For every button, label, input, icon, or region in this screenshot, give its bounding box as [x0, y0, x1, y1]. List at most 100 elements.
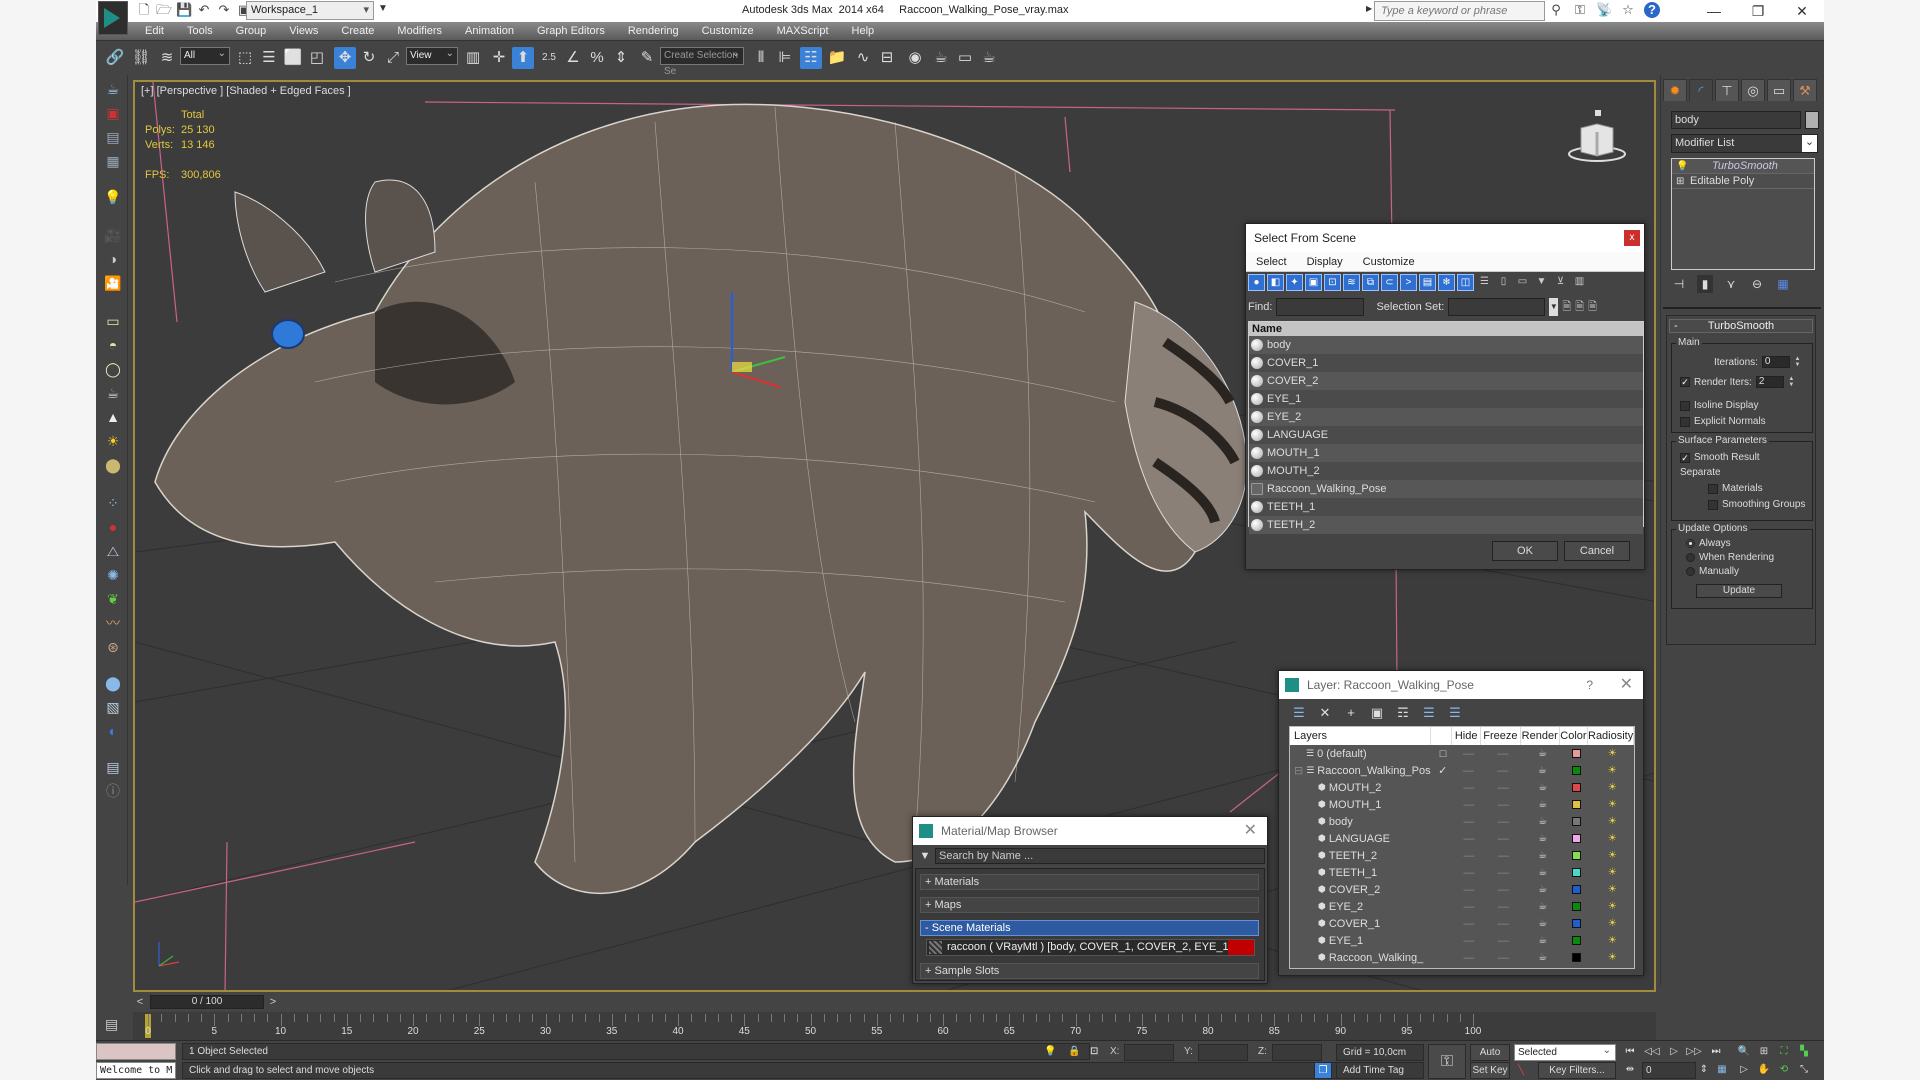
selection-set-arrow-icon[interactable]: ▼ [1549, 298, 1559, 316]
selection-lock-icon[interactable]: 🔒 [1068, 1043, 1080, 1060]
particle-icon[interactable]: ⁘ [103, 493, 123, 513]
help-icon[interactable]: ? [1644, 2, 1660, 18]
pivot-center-icon[interactable]: ▥ [462, 47, 484, 69]
spot-light-icon[interactable]: ▲ [103, 407, 123, 427]
maximize-button[interactable]: ❐ [1736, 0, 1780, 22]
close-icon[interactable]: x [1624, 230, 1640, 246]
frame-spinner-arrows[interactable]: ⇕ [1696, 1062, 1712, 1078]
previous-frame-icon[interactable]: ◁◁ [1644, 1044, 1660, 1060]
update-button[interactable]: Update [1696, 584, 1782, 598]
ok-button[interactable]: OK [1492, 541, 1558, 561]
invert-display-icon[interactable]: ▭ [1514, 274, 1531, 291]
color-swatch[interactable] [1572, 749, 1582, 758]
menu-customize[interactable]: Customize [702, 22, 754, 40]
color-swatch[interactable] [1572, 902, 1582, 911]
list-item[interactable]: MOUTH_2 [1249, 462, 1643, 480]
fur-icon[interactable]: ✺ [103, 565, 123, 585]
collapse-icon[interactable]: ⊟ [1294, 764, 1303, 777]
search-expand-icon[interactable]: ▶ [1366, 4, 1372, 13]
spinner-snap-icon[interactable]: ⇕ [610, 47, 632, 69]
groups-filter-icon[interactable]: ⧉ [1362, 274, 1379, 291]
track-bar[interactable]: ▤ 0 5 10 15 20 25 30 35 40 45 50 55 60 65 70 75 80 85 90 95… [105, 1012, 1656, 1040]
freeze-toggle[interactable]: — [1484, 952, 1524, 964]
render-iters-checkbox[interactable]: ✓ [1680, 377, 1690, 387]
remove-modifier-icon[interactable]: ⊖ [1749, 275, 1765, 293]
key-icon[interactable]: ⚿ [1572, 2, 1588, 18]
table-row[interactable]: ⬢ LANGUAGE — — ☕ ☀ [1290, 830, 1634, 847]
layer-explorer-icon[interactable]: ☷ [800, 47, 822, 69]
sphere-light-icon[interactable]: ⬤ [103, 455, 123, 475]
columns-icon[interactable]: ▥ [1571, 274, 1588, 291]
render-teapot-icon[interactable]: ☕ [1523, 799, 1563, 810]
freeze-toggle[interactable]: — [1484, 833, 1524, 845]
next-frame-icon[interactable]: ▷▷ [1686, 1044, 1702, 1060]
select-invert-icon[interactable]: 🗎 [1588, 298, 1597, 317]
time-slider-thumb[interactable]: 0 / 100 [150, 995, 264, 1009]
select-none-icon[interactable]: 🗎 [1575, 298, 1584, 317]
star-icon[interactable]: ☆ [1620, 2, 1636, 18]
menu-create[interactable]: Create [341, 22, 374, 40]
display-none-icon[interactable]: ▯ [1495, 274, 1512, 291]
freeze-toggle[interactable]: — [1484, 935, 1524, 947]
open-file-icon[interactable]: 🗁 [156, 2, 172, 18]
list-item[interactable]: TEETH_2 [1249, 516, 1643, 534]
key-mode-dropdown[interactable]: Selected [1514, 1043, 1616, 1061]
maximize-viewport-icon[interactable]: ⤡ [1796, 1062, 1812, 1078]
current-frame-spinner[interactable]: 0 [1642, 1062, 1696, 1079]
display-tab-icon[interactable]: ▭ [1767, 79, 1791, 101]
utilities-tab-icon[interactable]: ⚒ [1793, 79, 1817, 101]
radiosity-icon[interactable]: ☀ [1591, 952, 1634, 963]
radiosity-icon[interactable]: ☀ [1591, 850, 1634, 861]
go-to-start-icon[interactable]: ⏮ [1622, 1044, 1638, 1060]
list-item[interactable]: COVER_2 [1249, 372, 1643, 390]
iterations-spinner[interactable]: 0 [1761, 356, 1790, 368]
workspace-dropdown[interactable]: Workspace_1 [246, 1, 374, 20]
select-by-name-icon[interactable]: ☰ [258, 47, 280, 69]
table-row[interactable]: ⬢ body — — ☕ ☀ [1290, 813, 1634, 830]
table-row[interactable]: ⊟ ☰ Raccoon_Walking_Pos ✓ — — ☕ ☀ [1290, 762, 1634, 779]
add-to-layer-icon[interactable]: + [1343, 705, 1359, 721]
hide-all-layers-icon[interactable]: ☰ [1421, 705, 1437, 721]
helpers-filter-icon[interactable]: ⊡ [1324, 274, 1341, 291]
edit-named-selection-icon[interactable]: ✎ [636, 47, 658, 69]
render-frame-icon[interactable]: ▣ [103, 103, 123, 123]
separate-smoothing-groups-checkbox[interactable] [1708, 499, 1718, 510]
xrefs-filter-icon[interactable]: ⊂ [1381, 274, 1398, 291]
redo-icon[interactable]: ↷ [216, 2, 232, 18]
render-teapot-icon[interactable]: ☕ [1523, 748, 1563, 759]
set-key-mode-icon[interactable]: ⚿ [1428, 1044, 1466, 1079]
maxscript-listener-output[interactable] [96, 1043, 176, 1060]
freeze-toggle[interactable]: — [1484, 918, 1524, 930]
save-file-icon[interactable]: 💾 [176, 2, 192, 18]
plane-light-icon[interactable]: ▭ [103, 311, 123, 331]
radiosity-icon[interactable]: ☀ [1591, 935, 1634, 946]
grass-icon[interactable]: ❦ [103, 589, 123, 609]
col-hide[interactable]: Hide [1452, 727, 1482, 745]
light-lister-icon[interactable]: 💡 [103, 187, 123, 207]
rendered-frame-window-icon[interactable]: ▭ [954, 47, 976, 69]
camera-target-icon[interactable]: ◑ [103, 249, 123, 269]
percent-snap-icon[interactable]: % [586, 47, 608, 69]
hair-farm-icon[interactable]: 〰 [103, 613, 123, 633]
menu-help[interactable]: Help [852, 22, 875, 40]
hide-toggle[interactable]: — [1454, 765, 1483, 777]
video-camera-icon[interactable]: 🎦 [103, 273, 123, 293]
menu-edit[interactable]: Edit [145, 22, 164, 40]
select-object-icon[interactable]: ⬚ [234, 47, 256, 69]
color-swatch[interactable] [1572, 919, 1582, 928]
keyboard-shortcut-override-icon[interactable]: ⬆ [512, 47, 534, 69]
list-item[interactable]: body [1249, 336, 1643, 354]
object-color-swatch[interactable] [1805, 111, 1819, 129]
space-warps-filter-icon[interactable]: ≋ [1343, 274, 1360, 291]
radiosity-icon[interactable]: ☀ [1591, 782, 1634, 793]
freeze-toggle[interactable]: — [1484, 816, 1524, 828]
list-item[interactable]: COVER_1 [1249, 354, 1643, 372]
section-materials[interactable]: + Materials [920, 874, 1259, 890]
color-swatch[interactable] [1572, 800, 1582, 809]
time-configuration-icon[interactable]: ▦ [1714, 1062, 1730, 1078]
radiosity-icon[interactable]: ☀ [1591, 867, 1634, 878]
col-freeze[interactable]: Freeze [1481, 727, 1521, 745]
zoom-extents-icon[interactable]: ⛶ [1776, 1044, 1792, 1060]
cameras-filter-icon[interactable]: ▣ [1305, 274, 1322, 291]
radiosity-icon[interactable]: ☀ [1591, 816, 1634, 827]
